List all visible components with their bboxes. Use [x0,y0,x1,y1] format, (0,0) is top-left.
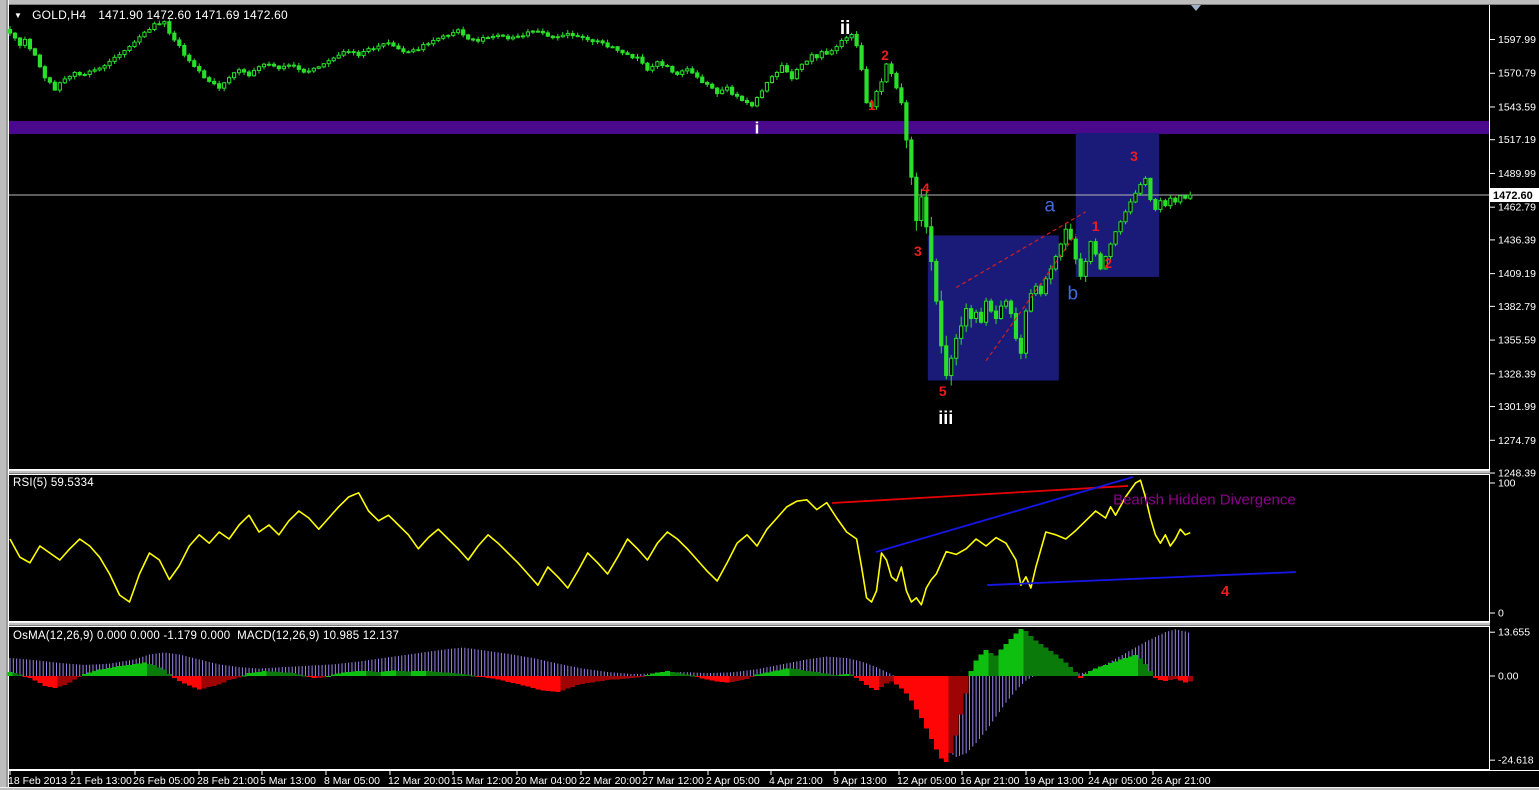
wave-label-4: 4 [922,180,930,196]
osma-header: OsMA(12,26,9) 0.000 0.000 -1.179 0.000 M… [13,630,400,642]
time-tick-label: 8 Mar 05:00 [324,775,380,787]
price-tick-label: 1489.99 [1498,168,1536,180]
chart-ohlc-values: 1471.90 1472.60 1471.69 1472.60 [98,8,288,22]
current-price-value: 1472.60 [1493,190,1533,202]
osma-plot[interactable] [7,629,1193,763]
divergence-label: Bearish Hidden Divergence [1113,491,1296,508]
wave-label-ii: ii [840,18,851,39]
chart-header: ▼ GOLD,H4 1471.90 1472.60 1471.69 1472.60 [14,8,288,22]
rsi-tick-label: 0 [1498,608,1504,620]
purple-resistance-zone [9,120,1489,134]
chart-symbol-timeframe: GOLD,H4 [32,8,87,22]
time-tick-label: 20 Mar 04:00 [515,775,577,787]
time-tick-label: 9 Apr 13:00 [833,775,887,787]
osma-tick-label: 13.655 [1498,627,1530,639]
time-tick-label: 26 Apr 21:00 [1151,775,1211,787]
rsi-plot[interactable]: Bearish Hidden Divergence 4 [9,476,1296,606]
wave-label-iii: iii [938,408,953,428]
time-tick-label: 2 Apr 05:00 [706,775,760,787]
price-axis[interactable]: 1597.99 1570.79 1543.59 1517.19 1489.99 1462.… [1490,34,1539,767]
time-tick-label: 19 Apr 13:00 [1024,775,1084,787]
time-tick-label: 4 Apr 21:00 [769,775,823,787]
chart-canvas[interactable]: ii 1 2 i 3 4 5 iii a b 1 2 3 Bearish Hidden Divergenc… [0,0,1539,790]
price-tick-label: 1436.39 [1498,234,1536,246]
price-tick-label: 1274.79 [1498,435,1536,447]
chevron-down-icon[interactable]: ▼ [14,11,22,20]
time-tick-label: 12 Mar 20:00 [388,775,450,787]
price-chart[interactable]: ii 1 2 i 3 4 5 iii a b 1 2 3 [7,5,1489,428]
price-tick-label: 1517.19 [1498,134,1536,146]
time-tick-label: 5 Mar 13:00 [260,775,316,787]
osma-tick-label: 0.00 [1498,671,1519,683]
wave-label-3: 3 [914,243,922,259]
price-tick-label: 1301.99 [1498,401,1536,413]
price-tick-label: 1328.39 [1498,368,1536,380]
rsi-line [9,479,1191,606]
price-tick-label: 1382.79 [1498,301,1536,313]
wave-label-b: b [1067,284,1078,305]
time-tick-label: 15 Mar 12:00 [451,775,513,787]
wave-label-3: 3 [1130,148,1138,164]
price-tick-label: 1543.59 [1498,101,1536,113]
wave-label-i: i [755,118,760,137]
rsi-trendline-blue-2[interactable] [875,476,1134,553]
rsi-wave-label-4: 4 [1221,583,1230,600]
time-tick-label: 24 Apr 05:00 [1088,775,1148,787]
pattern-rectangle-2 [1075,133,1160,277]
time-tick-label: 21 Feb 13:00 [70,775,132,787]
price-tick-label: 1355.59 [1498,335,1536,347]
price-tick-label: 1409.19 [1498,268,1536,280]
wave-label-1: 1 [1092,218,1100,234]
rsi-trendline-red-1[interactable] [832,485,1129,504]
time-tick-label: 22 Mar 20:00 [579,775,641,787]
wave-label-a: a [1045,196,1056,217]
time-tick-label: 26 Feb 05:00 [133,775,195,787]
candlesticks [7,19,1193,386]
time-tick-label: 16 Apr 21:00 [960,775,1020,787]
osma-tick-label: -24.618 [1498,755,1534,767]
price-tick-label: 1570.79 [1498,68,1536,80]
time-tick-label: 28 Feb 21:00 [197,775,259,787]
mt4-chart-window: ii 1 2 i 3 4 5 iii a b 1 2 3 Bearish Hidden Divergenc… [0,0,1539,790]
osma-histogram [7,629,1193,763]
wave-label-5: 5 [939,383,947,399]
price-tick-label: 1597.99 [1498,34,1536,46]
wave-label-2: 2 [881,47,889,63]
price-tick-label: 1462.79 [1498,202,1536,214]
time-tick-label: 18 Feb 2013 [8,775,67,787]
time-tick-label: 12 Apr 05:00 [897,775,957,787]
chart-shift-marker-icon[interactable] [1191,5,1201,11]
wave-label-2: 2 [1104,255,1112,271]
time-tick-label: 27 Mar 12:00 [642,775,704,787]
wave-label-1: 1 [868,97,876,113]
time-axis[interactable]: 18 Feb 2013 21 Feb 13:00 26 Feb 05:00 28 Fe… [8,770,1539,788]
rsi-tick-label: 100 [1498,478,1516,490]
rsi-header: RSI(5) 59.5334 [13,477,94,489]
